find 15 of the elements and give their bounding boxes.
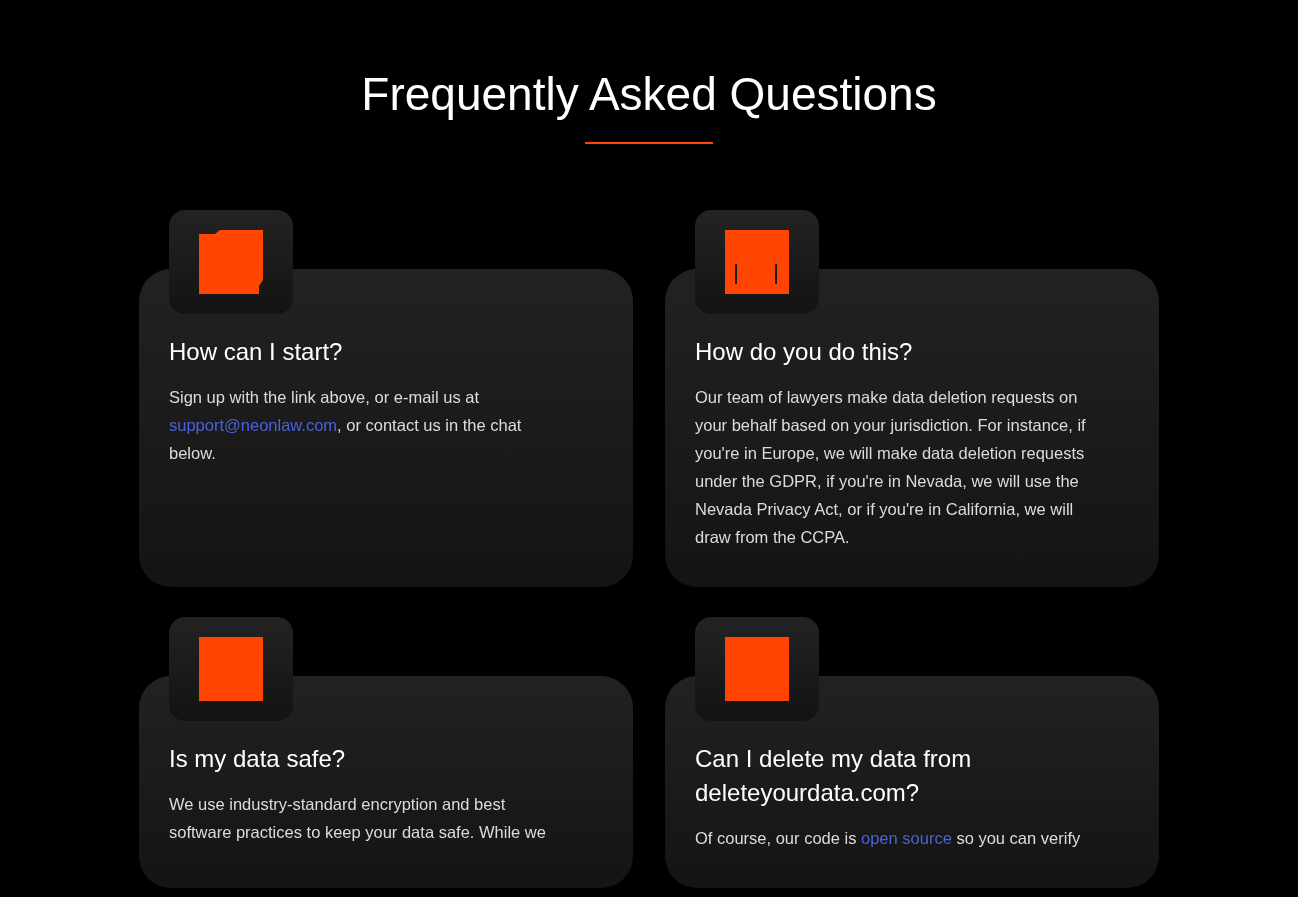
square-icon: [725, 230, 789, 294]
answer-text: We use industry-standard encryption and best software practices to keep your data safe. While we: [169, 794, 547, 843]
answer-text: Of course, our code is open source so you can verify: [695, 828, 1082, 849]
question-heading: Can I delete my data from deleteyourdata.com?: [695, 744, 973, 808]
answer-text: Our team of lawyers make data deletion requests on your behalf based on your jurisdiction. For instance, if you're in Europe, we will make data deletion requests under the GDPR, if you're in Nevada, we will use the Nevada Privacy Act, or if you're in California, we will draw from the CCPA.: [695, 387, 1087, 548]
square-icon: [199, 637, 263, 701]
square-icon: [725, 637, 789, 701]
text-link[interactable]: support@neonlaw.com: [169, 416, 338, 434]
question-heading: How do you do this?: [695, 337, 914, 367]
question-heading: Is my data safe?: [169, 744, 347, 774]
page-title: Frequently Asked Questions: [361, 67, 937, 122]
answer-text: Sign up with the link above, or e-mail us at support@neonlaw.com, or contact us in the chat below.: [169, 387, 523, 464]
square-icon: [199, 230, 263, 294]
text-link[interactable]: open source: [861, 829, 952, 847]
question-heading: How can I start?: [169, 337, 344, 367]
